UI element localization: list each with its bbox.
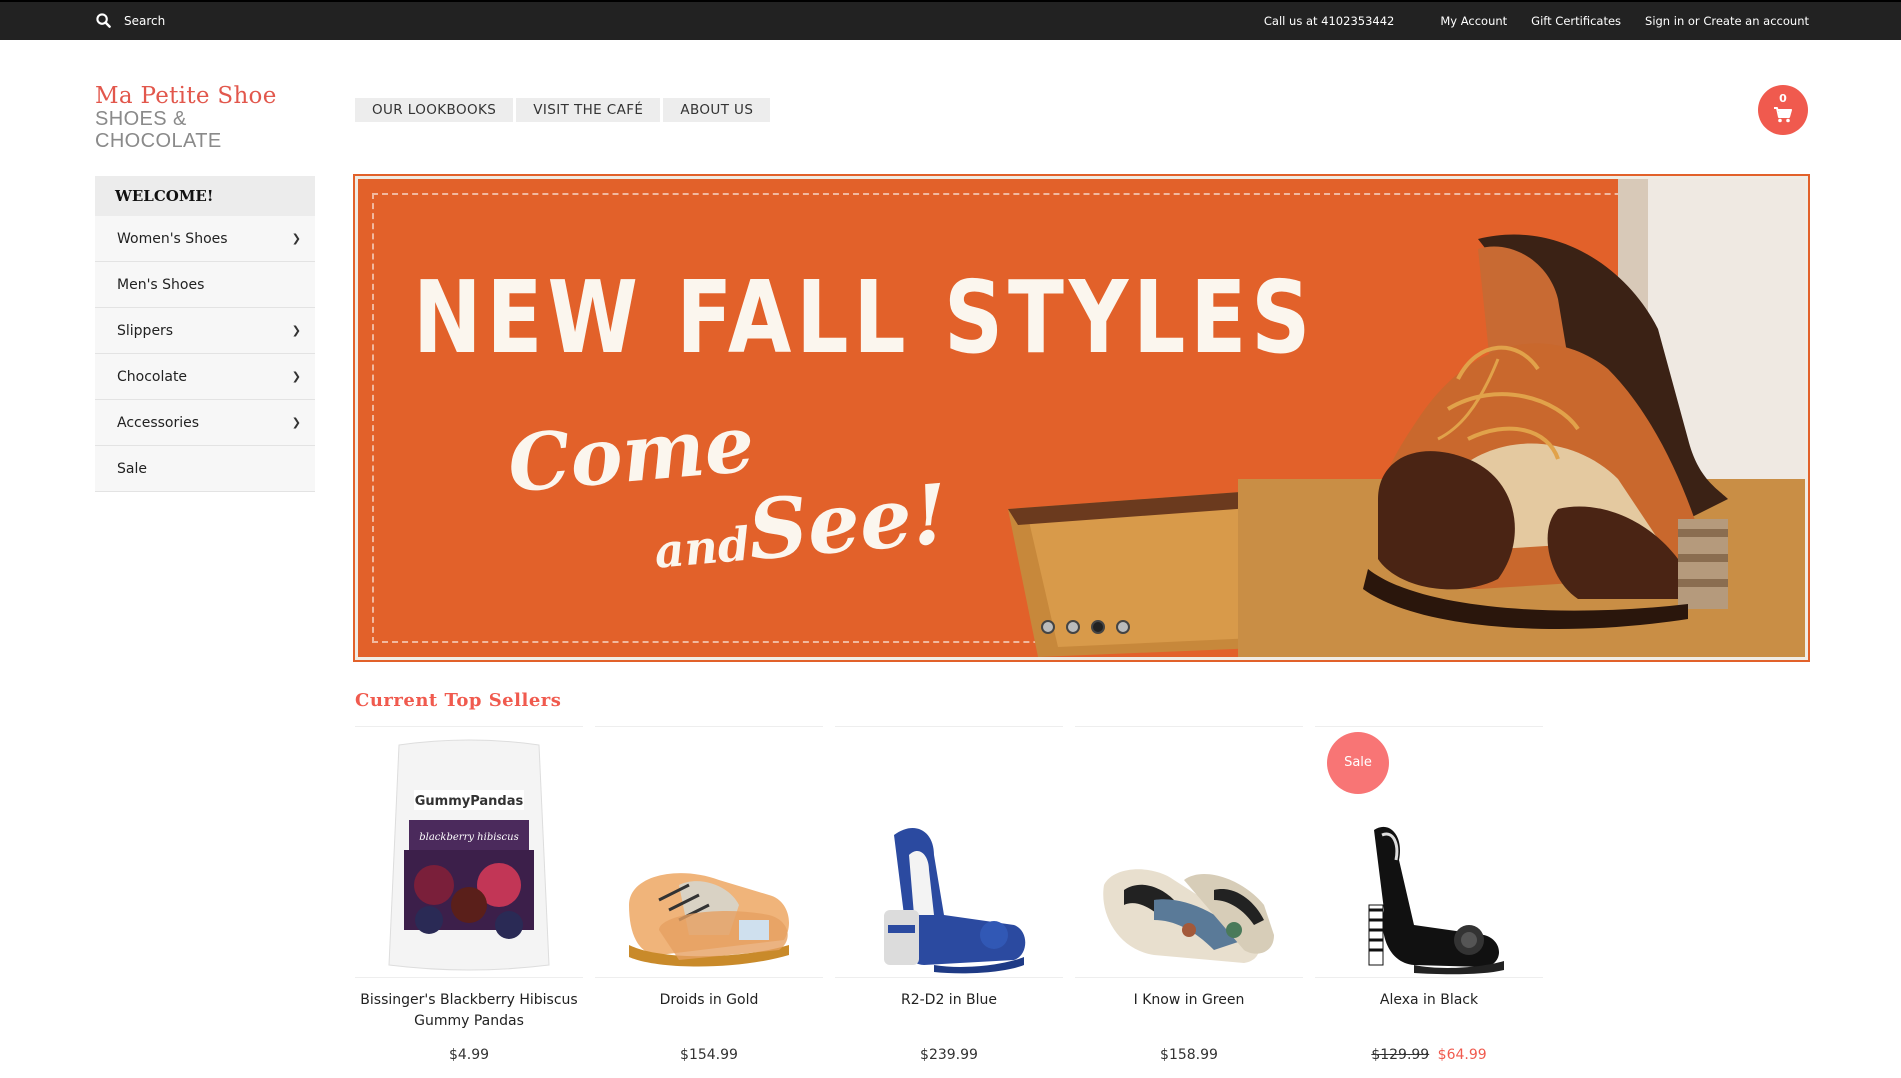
product-price: $158.99 [1075,1047,1303,1063]
price-value: $239.99 [920,1047,978,1063]
chevron-down-icon[interactable]: ❯ [292,308,301,354]
gold-droid-oxfords-image [629,873,789,967]
top-sellers-heading: Current Top Sellers [355,690,562,711]
carousel-dots [1041,620,1130,634]
product-card[interactable]: I Know in Green $158.99 [1075,726,1303,1063]
nav-lookbooks[interactable]: OUR LOOKBOOKS [355,98,514,122]
svg-text:blackberry hibiscus: blackberry hibiscus [419,832,518,843]
product-image[interactable] [1075,726,1303,978]
product-price: $154.99 [595,1047,823,1063]
chevron-down-icon[interactable]: ❯ [292,400,301,446]
price-value: $4.99 [448,1047,490,1063]
oxford-heels-illustration [1008,179,1805,657]
sign-in-link[interactable]: Sign in or Create an account [1645,14,1809,28]
sidebar-item-slippers[interactable]: Slippers ❯ [95,308,315,354]
phone-number: Call us at 4102353442 [1263,14,1395,28]
product-name[interactable]: R2-D2 in Blue [835,990,1063,1034]
product-image[interactable] [595,726,823,978]
carousel-dot-3[interactable] [1091,620,1105,634]
main-nav: OUR LOOKBOOKS VISIT THE CAFÉ ABOUT US [355,98,771,122]
r2d2-blue-heels-image [884,827,1026,974]
top-bar: Search Call us at 4102353442 My Account … [0,0,1901,40]
site-logo[interactable]: Ma Petite Shoe SHOES & CHOCOLATE [95,84,315,152]
search-trigger[interactable]: Search [96,13,165,28]
product-name[interactable]: I Know in Green [1075,990,1303,1034]
sidebar-item-mens-shoes[interactable]: Men's Shoes [95,262,315,308]
cart-button[interactable]: 0 [1758,85,1808,135]
cart-icon [1774,107,1792,123]
sidebar-item-womens-shoes[interactable]: Women's Shoes ❯ [95,216,315,262]
svg-text:GummyPandas: GummyPandas [415,794,524,809]
sidebar-item-sale[interactable]: Sale [95,446,315,492]
sidebar-item-label: Men's Shoes [117,277,205,293]
cart-count: 0 [1779,92,1787,105]
nav-about-us[interactable]: ABOUT US [663,98,771,122]
carousel-dot-4[interactable] [1116,620,1130,634]
sidebar-item-label: Women's Shoes [117,231,228,247]
product-image[interactable]: GummyPandas blackberry hibiscus [355,726,583,978]
product-name[interactable]: Bissinger's Blackberry Hibiscus Gummy Pa… [355,990,583,1034]
product-name[interactable]: Droids in Gold [595,990,823,1034]
price-value: $154.99 [680,1047,738,1063]
product-card[interactable]: R2-D2 in Blue $239.99 [835,726,1063,1063]
product-image[interactable] [835,726,1063,978]
product-card[interactable]: Droids in Gold $154.99 [595,726,823,1063]
product-price: $4.99 [355,1047,583,1063]
my-account-link[interactable]: My Account [1440,14,1507,28]
nav-cafe[interactable]: VISIT THE CAFÉ [516,98,661,122]
logo-tagline: SHOES & CHOCOLATE [95,108,222,152]
gift-certificates-link[interactable]: Gift Certificates [1531,14,1621,28]
gummy-pandas-bag-image: GummyPandas blackberry hibiscus [388,739,550,971]
product-card[interactable]: GummyPandas blackberry hibiscus Bissinge… [355,726,583,1063]
product-name[interactable]: Alexa in Black [1315,990,1543,1034]
category-sidebar: WELCOME! Women's Shoes ❯ Men's Shoes Sli… [95,176,315,492]
sidebar-item-label: Slippers [117,323,174,339]
product-price: $239.99 [835,1047,1063,1063]
carousel-dot-2[interactable] [1066,620,1080,634]
sidebar-item-label: Sale [117,461,147,477]
hero-banner[interactable]: NEW FALL STYLES Come andSee! [353,174,1810,662]
price-value: $158.99 [1160,1047,1218,1063]
green-print-flats-image [1103,869,1274,963]
logo-name: Ma Petite Shoe [95,83,277,109]
banner-and: and [652,516,753,579]
sidebar-item-label: Chocolate [117,369,188,385]
sidebar-heading: WELCOME! [95,176,315,216]
sale-price: $64.99 [1437,1047,1487,1063]
chevron-down-icon[interactable]: ❯ [292,216,301,262]
search-icon [96,13,111,28]
black-slingback-heels-image [1368,826,1504,975]
sidebar-item-accessories[interactable]: Accessories ❯ [95,400,315,446]
sidebar-item-chocolate[interactable]: Chocolate ❯ [95,354,315,400]
product-grid: GummyPandas blackberry hibiscus Bissinge… [355,726,1543,1063]
sale-badge: Sale [1327,732,1389,794]
product-price: $129.99 $64.99 [1315,1047,1543,1063]
chevron-down-icon[interactable]: ❯ [292,354,301,400]
carousel-dot-1[interactable] [1041,620,1055,634]
search-label[interactable]: Search [124,14,165,28]
product-card[interactable]: Sale Alexa in Black $129.99 $64.99 [1315,726,1543,1063]
sidebar-item-label: Accessories [117,415,200,431]
original-price: $129.99 [1371,1047,1430,1063]
